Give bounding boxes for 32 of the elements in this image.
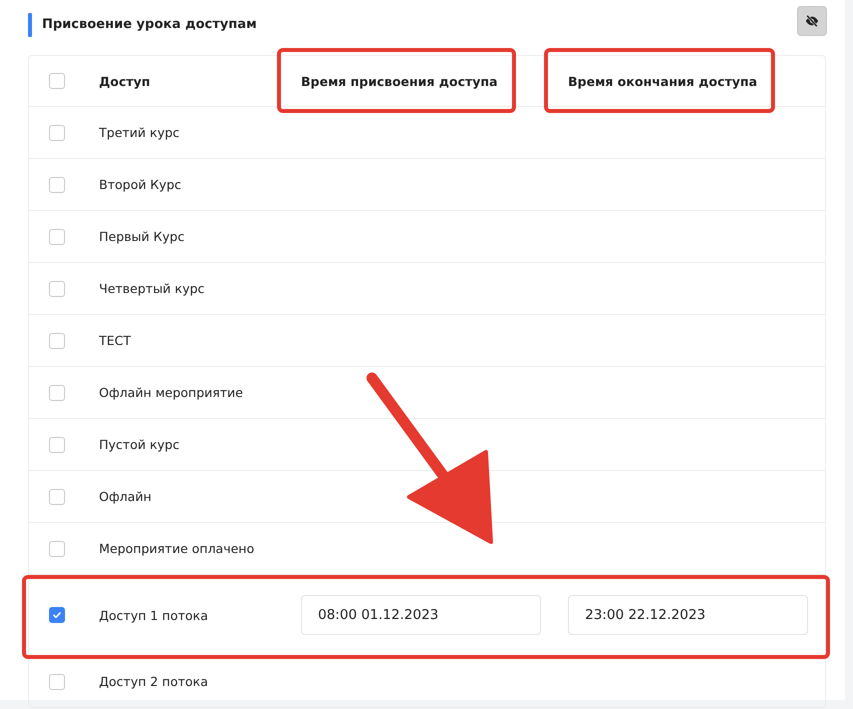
access-name: Мероприятие оплачено xyxy=(99,541,254,556)
column-header: Время присвоения доступа xyxy=(301,74,498,88)
access-name: Офлайн мероприятие xyxy=(99,385,243,400)
access-name: ТЕСТ xyxy=(99,333,131,348)
access-name: Второй Курс xyxy=(99,177,182,192)
checkbox[interactable] xyxy=(49,384,65,400)
checkbox[interactable] xyxy=(49,332,65,348)
date-time-field[interactable]: 23:00 22.12.2023 xyxy=(568,595,808,635)
visibility-button[interactable] xyxy=(797,6,827,36)
eye-slash-icon xyxy=(805,14,819,28)
checkbox[interactable] xyxy=(49,176,65,192)
checkbox[interactable] xyxy=(49,488,65,504)
access-name: Пустой курс xyxy=(99,437,180,452)
title-accent-bar xyxy=(28,12,32,36)
column-header: Время окончания доступа xyxy=(568,74,758,88)
section-title: Присвоение урока доступам xyxy=(42,17,258,32)
access-name: Офлайн xyxy=(99,489,152,504)
access-name: Третий курс xyxy=(99,125,180,140)
access-name: Четвертый курс xyxy=(99,281,205,296)
date-time-field[interactable]: 08:00 01.12.2023 xyxy=(301,595,541,635)
checkbox[interactable] xyxy=(49,280,65,296)
checkbox[interactable] xyxy=(49,436,65,452)
access-name: Доступ 1 потока xyxy=(99,608,208,622)
checkbox[interactable] xyxy=(49,607,65,623)
column-header: Доступ xyxy=(99,74,150,88)
access-name: Доступ 2 потока xyxy=(99,674,208,689)
checkbox[interactable] xyxy=(49,73,65,89)
access-name: Первый Курс xyxy=(99,229,184,244)
checkbox[interactable] xyxy=(49,228,65,244)
checkbox[interactable] xyxy=(49,124,65,140)
checkbox[interactable] xyxy=(49,540,65,556)
checkbox[interactable] xyxy=(49,674,65,690)
